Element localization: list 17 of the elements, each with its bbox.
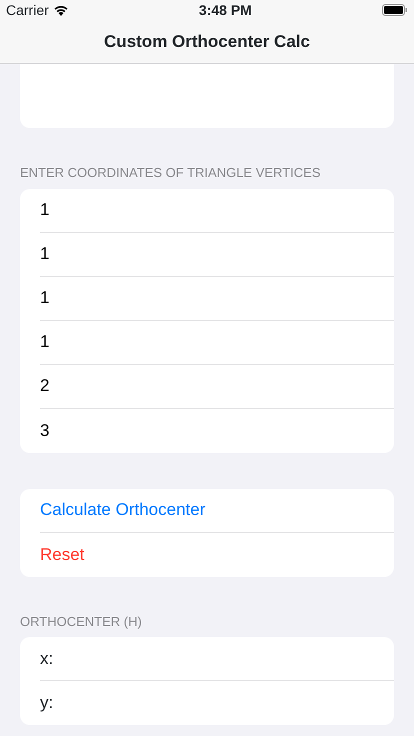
status-time: 3:48 PM xyxy=(198,0,252,20)
coordinate-field[interactable]: 1 xyxy=(40,329,71,355)
coordinate-field[interactable]: 1 xyxy=(40,241,71,267)
battery-icon xyxy=(382,4,408,16)
wifi-icon xyxy=(52,4,69,16)
coordinate-field[interactable]: 2 xyxy=(40,373,71,399)
coordinate-field[interactable]: 1 xyxy=(40,285,71,311)
result-label: x: xyxy=(40,648,54,670)
coordinate-field[interactable]: 1 xyxy=(40,197,71,223)
coordinate-field[interactable]: 3 xyxy=(40,418,71,444)
nav-title: Custom Orthocenter Calc xyxy=(104,30,310,53)
calculate-button[interactable]: Calculate Orthocenter xyxy=(40,497,206,523)
reset-button[interactable]: Reset xyxy=(40,542,84,568)
result-label: y: xyxy=(40,692,54,714)
section-header: ENTER COORDINATES OF TRIANGLE VERTICES xyxy=(19,164,322,182)
carrier-label: Carrier xyxy=(6,0,49,20)
section-header: ORTHOCENTER (H) xyxy=(19,612,143,631)
